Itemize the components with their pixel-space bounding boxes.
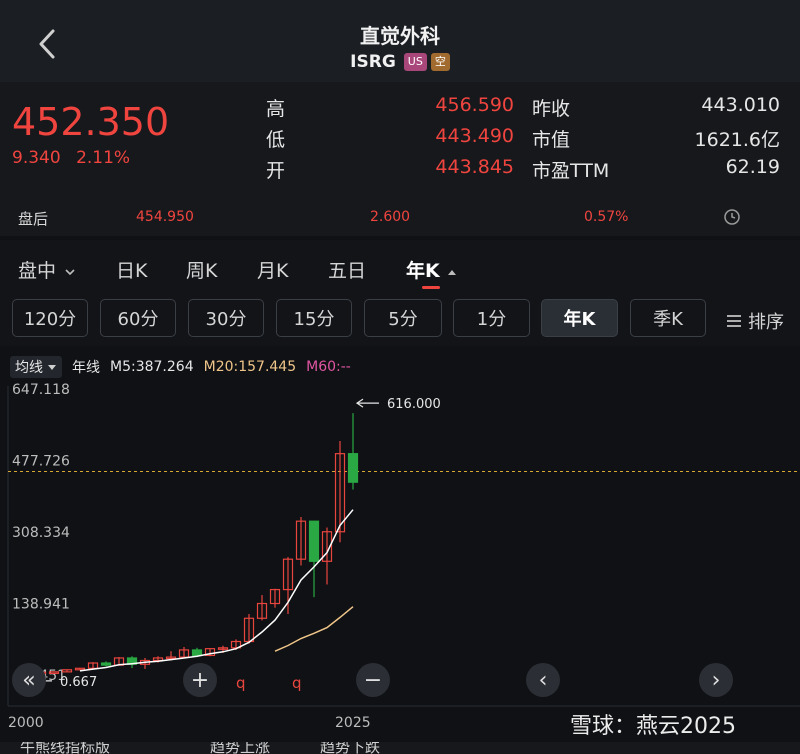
last-price: 452.350 — [12, 100, 170, 144]
zoom-in-button[interactable]: + — [183, 663, 217, 697]
candle-body — [100, 662, 112, 666]
x-tick-label: 2000 — [8, 715, 44, 731]
min-price-annotation: 0.667 — [60, 675, 97, 690]
chart-period-tabs: 盘中 日K 周K 月K 五日 年K — [0, 240, 800, 290]
stock-name: 直觉外科 — [360, 24, 440, 48]
header-bar: 直觉外科 ISRG US 空 — [0, 0, 800, 82]
candle-body — [191, 649, 203, 657]
prev-close-label: 昨收 — [532, 98, 571, 120]
interval-30min[interactable]: 30分 — [188, 299, 264, 337]
x-tick-label: 2025 — [335, 715, 371, 731]
collapse-button[interactable]: « — [12, 663, 46, 697]
max-price-annotation: 616.000 — [387, 397, 441, 412]
event-marker[interactable]: q — [292, 674, 302, 692]
interval-quarterly[interactable]: 季K — [630, 299, 706, 337]
kline-chart-area[interactable]: 均线 年线 M5:387.264 M20:157.445 M60:-- 647.… — [0, 346, 800, 754]
change-percent: 2.11% — [76, 148, 131, 168]
short-badge: 空 — [430, 53, 450, 71]
after-hours-change: 2.600 — [370, 209, 411, 225]
tab-monthly-k[interactable]: 月K — [257, 256, 288, 283]
indicator-strip: 牛熊线指标版 趋势上涨 趋势下跌 — [0, 742, 800, 754]
interval-15min[interactable]: 15分 — [276, 299, 352, 337]
y-tick-label: 138.941 — [12, 597, 70, 613]
menu-icon — [727, 315, 741, 327]
after-hours-percent: 0.57% — [584, 209, 629, 225]
indicator-label[interactable]: 牛熊线指标版 — [20, 742, 110, 754]
pe-label: 市盈TTM — [532, 160, 610, 182]
y-tick-label: 477.726 — [12, 453, 70, 469]
chevron-down-icon — [65, 269, 75, 276]
ma20-line — [274, 606, 354, 652]
scroll-left-button[interactable]: ‹ — [526, 663, 560, 697]
clock-icon[interactable] — [723, 208, 741, 226]
interval-selector: 120分 60分 30分 15分 5分 1分 年K 季K 排序 — [0, 290, 800, 346]
change-value: 9.340 — [12, 148, 61, 168]
low-label: 低 — [266, 129, 286, 151]
tab-five-day[interactable]: 五日 — [328, 256, 366, 283]
zoom-out-button[interactable]: − — [356, 663, 390, 697]
interval-5min[interactable]: 5分 — [364, 299, 442, 337]
tab-yearly-k[interactable]: 年K — [406, 256, 458, 283]
after-hours-row[interactable]: 盘后 454.950 2.600 0.57% — [0, 200, 800, 236]
interval-120min[interactable]: 120分 — [12, 299, 88, 337]
ticker-symbol: ISRG — [350, 52, 396, 72]
interval-60min[interactable]: 60分 — [100, 299, 176, 337]
tab-intraday[interactable]: 盘中 — [18, 256, 76, 283]
tab-daily-k[interactable]: 日K — [116, 256, 147, 283]
high-label: 高 — [266, 98, 286, 120]
scroll-right-button[interactable]: › — [699, 663, 733, 697]
after-hours-label: 盘后 — [18, 210, 49, 228]
market-cap-label: 市值 — [532, 129, 571, 151]
event-marker[interactable]: q — [236, 674, 246, 692]
sort-button[interactable]: 排序 — [726, 308, 784, 334]
market-badge: US — [403, 53, 427, 71]
low-value: 443.490 — [435, 125, 514, 147]
open-label: 开 — [266, 160, 286, 182]
tab-weekly-k[interactable]: 周K — [186, 256, 217, 283]
high-value: 456.590 — [435, 94, 514, 116]
open-value: 443.845 — [435, 156, 514, 178]
active-tab-indicator — [422, 286, 440, 289]
interval-yearly[interactable]: 年K — [541, 299, 618, 337]
candle-body — [308, 520, 320, 562]
y-tick-label: 308.334 — [12, 525, 70, 541]
caret-up-icon — [448, 270, 457, 275]
price-change: 9.340 2.11% — [12, 148, 140, 168]
ticker-row: ISRG US 空 — [0, 52, 800, 72]
y-tick-label: 647.118 — [12, 382, 70, 398]
sort-label: 排序 — [748, 312, 784, 333]
quote-panel: 452.350 9.340 2.11% 高 456.590 低 443.490 … — [0, 82, 800, 200]
watermark: 雪球：燕云2025 — [570, 714, 736, 739]
tab-yearly-k-label: 年K — [406, 260, 440, 282]
market-cap-value: 1621.6亿 — [694, 129, 780, 151]
candle-body — [347, 453, 359, 483]
trend-up-label: 趋势上涨 — [210, 742, 271, 754]
after-hours-price: 454.950 — [136, 209, 194, 225]
candlestick-chart: 647.118477.726308.334138.941-30.451 616.… — [7, 382, 800, 731]
pe-value: 62.19 — [725, 156, 780, 178]
trend-down-label: 趋势下跌 — [320, 742, 381, 754]
prev-close-value: 443.010 — [701, 94, 780, 116]
interval-1min[interactable]: 1分 — [453, 299, 530, 337]
tab-intraday-label: 盘中 — [18, 260, 57, 282]
